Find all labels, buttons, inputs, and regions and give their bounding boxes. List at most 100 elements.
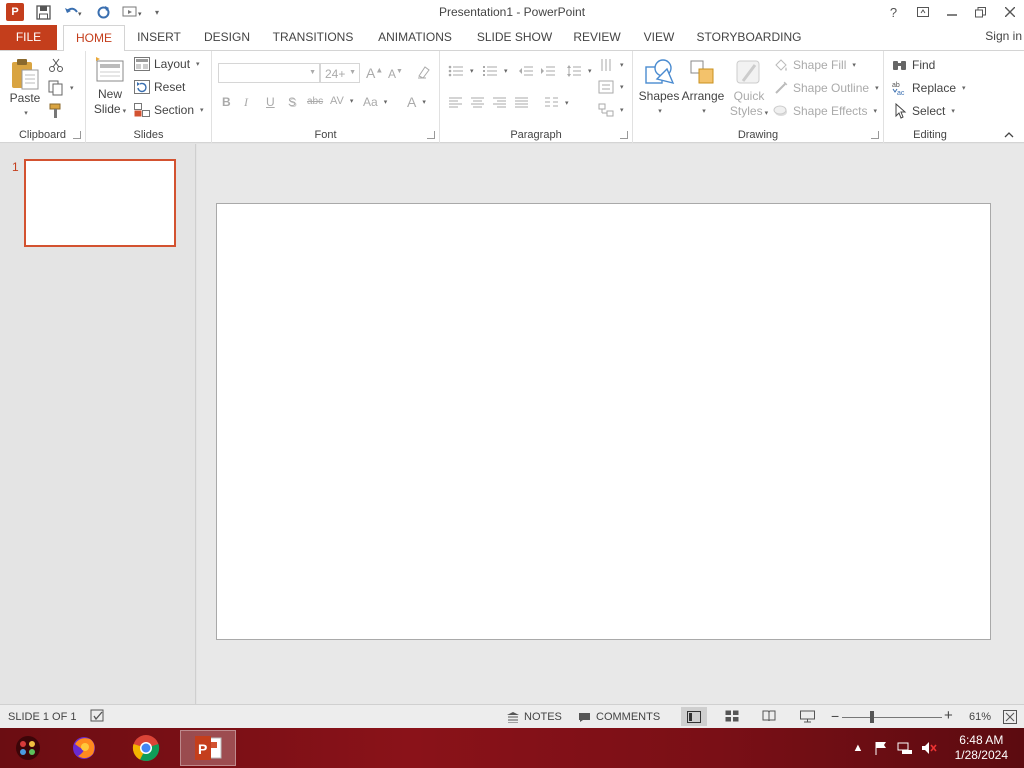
increase-indent-button[interactable] <box>540 65 556 77</box>
shapes-dropdown-icon[interactable]: ▾ <box>658 104 662 119</box>
smartart-dropdown-icon[interactable]: ▾ <box>620 106 624 114</box>
bullets-button[interactable]: ▾ <box>448 65 474 77</box>
align-left-button[interactable] <box>448 97 463 109</box>
powerpoint-taskbar-button[interactable]: P <box>180 730 236 766</box>
shape-outline-dropdown-icon[interactable]: ▾ <box>875 84 879 92</box>
font-launcher-icon[interactable] <box>427 131 435 139</box>
underline-button[interactable]: U <box>266 95 275 109</box>
new-slide-dropdown-icon[interactable]: ▾ <box>123 108 127 115</box>
replace-dropdown-icon[interactable]: ▾ <box>962 84 966 92</box>
tab-animations[interactable]: ANIMATIONS <box>370 25 460 50</box>
columns-dropdown-icon[interactable]: ▾ <box>565 99 569 107</box>
reading-view-button[interactable] <box>762 710 776 722</box>
change-case-button[interactable]: Aa ▾ <box>363 95 387 109</box>
show-hidden-icons[interactable]: ▲ <box>849 740 867 756</box>
layout-button[interactable]: Layout ▾ <box>134 57 200 71</box>
collapse-ribbon-icon[interactable] <box>1004 132 1014 138</box>
align-text-button[interactable]: ▾ <box>598 80 624 94</box>
clipboard-launcher-icon[interactable] <box>73 131 81 139</box>
copy-dropdown-icon[interactable]: ▾ <box>70 84 74 92</box>
fit-slide-button[interactable] <box>1003 710 1017 724</box>
volume-muted-icon[interactable] <box>920 740 938 756</box>
cut-button[interactable] <box>48 57 64 73</box>
quick-styles-dropdown-icon[interactable]: ▾ <box>765 110 769 117</box>
taskbar-clock[interactable]: 6:48 AM 1/28/2024 <box>955 733 1008 763</box>
tab-transitions[interactable]: TRANSITIONS <box>268 25 358 50</box>
shape-effects-button[interactable]: Shape Effects ▾ <box>773 103 877 119</box>
slide-sorter-view-button[interactable] <box>725 710 739 722</box>
tab-review[interactable]: REVIEW <box>569 25 625 50</box>
slide-show-view-button[interactable] <box>800 710 815 723</box>
tab-design[interactable]: DESIGN <box>198 25 256 50</box>
zoom-slider-thumb[interactable] <box>870 711 874 723</box>
paste-button[interactable]: Paste ▾ <box>6 57 44 121</box>
columns-button[interactable]: ▾ <box>544 97 569 109</box>
text-direction-dropdown-icon[interactable]: ▾ <box>620 61 624 69</box>
restore-icon[interactable] <box>966 0 995 24</box>
font-size-dropdown-icon[interactable]: ▼ <box>349 69 356 76</box>
font-color-button[interactable]: A ▾ <box>407 94 426 110</box>
tab-insert[interactable]: INSERT <box>131 25 187 50</box>
bold-button[interactable]: B <box>222 95 231 109</box>
copy-button[interactable]: ▾ <box>48 80 74 96</box>
paste-dropdown-icon[interactable]: ▾ <box>24 106 28 121</box>
font-color-dropdown-icon[interactable]: ▾ <box>422 98 426 106</box>
close-icon[interactable] <box>995 0 1024 24</box>
tab-slide-show[interactable]: SLIDE SHOW <box>473 25 556 50</box>
decrease-indent-button[interactable] <box>518 65 534 77</box>
slide-editor-area[interactable] <box>197 144 1024 704</box>
zoom-out-button[interactable]: − <box>831 708 839 724</box>
arrange-dropdown-icon[interactable]: ▾ <box>702 104 706 119</box>
align-right-button[interactable] <box>492 97 507 109</box>
section-dropdown-icon[interactable]: ▾ <box>200 106 204 114</box>
zoom-level[interactable]: 61% <box>969 711 991 723</box>
font-size-combo[interactable]: 24+ ▼ <box>320 63 360 83</box>
clear-formatting-button[interactable] <box>416 64 432 80</box>
quick-styles-button[interactable]: Quick Styles ▾ <box>727 57 771 121</box>
slide-thumbnail-1[interactable] <box>24 159 176 247</box>
comments-button[interactable]: COMMENTS <box>578 711 660 723</box>
new-slide-button[interactable]: New Slide ▾ <box>92 55 128 119</box>
numbering-button[interactable]: ▾ <box>482 65 508 77</box>
character-spacing-dropdown-icon[interactable]: ▾ <box>350 97 354 105</box>
font-name-dropdown-icon[interactable]: ▼ <box>309 69 316 76</box>
arrange-button[interactable]: Arrange ▾ <box>681 57 725 119</box>
align-center-button[interactable] <box>470 97 485 109</box>
normal-view-button[interactable] <box>681 707 707 726</box>
slide-thumbnails-pane[interactable]: 1 <box>0 144 196 704</box>
smartart-button[interactable]: ▾ <box>598 103 624 117</box>
justify-button[interactable] <box>514 97 529 109</box>
drawing-launcher-icon[interactable] <box>871 131 879 139</box>
decrease-font-size-button[interactable]: A▼ <box>388 67 403 81</box>
zoom-in-button[interactable]: + <box>944 707 953 724</box>
font-name-combo[interactable]: ▼ <box>218 63 320 83</box>
sign-in-link[interactable]: Sign in <box>985 29 1022 43</box>
firefox-taskbar-button[interactable] <box>56 730 112 766</box>
italic-button[interactable]: I <box>244 95 248 110</box>
numbering-dropdown-icon[interactable]: ▾ <box>504 67 508 75</box>
shape-fill-button[interactable]: Shape Fill ▾ <box>773 57 856 73</box>
zoom-slider-track[interactable] <box>842 717 942 718</box>
spell-check-icon[interactable] <box>90 709 105 723</box>
help-button[interactable]: ? <box>879 0 908 24</box>
chrome-taskbar-button[interactable] <box>118 730 174 766</box>
replace-button[interactable]: ab ac Replace ▾ <box>892 80 966 96</box>
notes-button[interactable]: NOTES <box>507 711 562 723</box>
strikethrough-button[interactable]: abc <box>307 96 323 107</box>
network-icon[interactable] <box>896 740 914 756</box>
line-spacing-dropdown-icon[interactable]: ▾ <box>588 67 592 75</box>
text-direction-button[interactable]: ▾ <box>598 57 624 73</box>
tab-storyboarding[interactable]: STORYBOARDING <box>694 25 804 50</box>
tab-file[interactable]: FILE <box>0 25 57 50</box>
shape-effects-dropdown-icon[interactable]: ▾ <box>874 107 878 115</box>
line-spacing-button[interactable]: ▾ <box>566 64 592 78</box>
text-shadow-button[interactable]: S <box>288 95 296 109</box>
action-center-flag-icon[interactable] <box>872 740 890 756</box>
change-case-dropdown-icon[interactable]: ▾ <box>384 98 388 106</box>
reset-button[interactable]: Reset <box>134 80 185 94</box>
character-spacing-button[interactable]: AV ▾ <box>330 95 353 107</box>
format-painter-button[interactable] <box>48 103 64 119</box>
paragraph-launcher-icon[interactable] <box>620 131 628 139</box>
layout-dropdown-icon[interactable]: ▾ <box>196 60 200 68</box>
increase-font-size-button[interactable]: A▲ <box>366 65 383 81</box>
